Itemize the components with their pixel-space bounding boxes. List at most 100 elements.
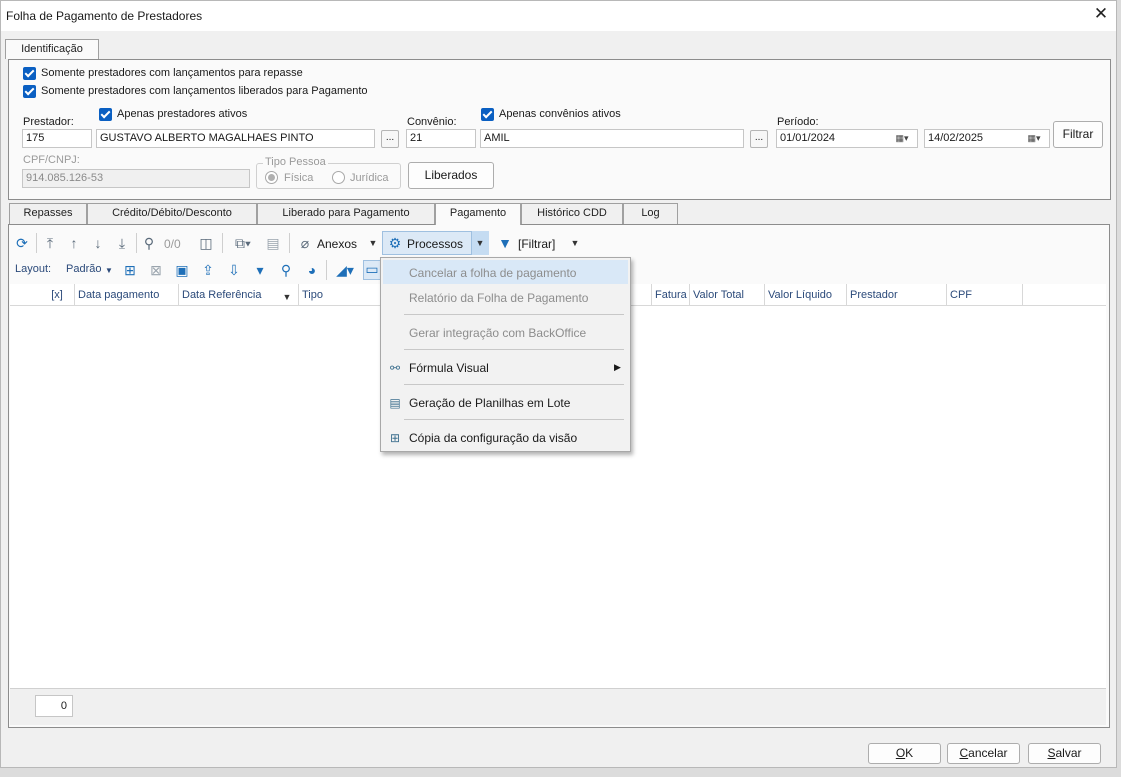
menu-separator [404, 384, 624, 385]
chevron-down-icon[interactable]: ▼ [568, 235, 582, 251]
column-header-data-pagamento[interactable]: Data pagamento [74, 284, 178, 306]
gear-icon: ⚙ [388, 235, 402, 251]
convenio-code-input[interactable]: 21 [406, 129, 476, 148]
cancel-mnemonic: C [959, 746, 969, 760]
close-icon[interactable]: ✕ [1092, 5, 1110, 23]
ok-button[interactable]: OK [868, 743, 941, 764]
periodo-label: Período: [777, 116, 819, 128]
grid-copy-icon: ⊞ [389, 431, 401, 445]
shapes-icon[interactable]: ◕ [304, 262, 320, 278]
download-icon[interactable]: ⇩ [226, 262, 242, 278]
column-header-tipo[interactable]: Tipo [298, 284, 388, 306]
tipo-pessoa-label: Tipo Pessoa [263, 156, 328, 168]
delete-row-icon[interactable]: ⊠ [148, 262, 164, 278]
column-header-valor-total[interactable]: Valor Total [689, 284, 764, 306]
processos-button-label[interactable]: Processos [407, 237, 463, 251]
paint-icon[interactable]: ▾ [252, 262, 268, 278]
tab-repasses[interactable]: Repasses [9, 203, 87, 224]
prestador-lookup-button[interactable]: ... [381, 130, 399, 148]
only-repasse-checkbox[interactable] [23, 67, 36, 80]
save-layout-icon[interactable]: ▣ [174, 262, 190, 278]
menu-separator [404, 314, 624, 315]
chart-icon[interactable]: ◢▾ [332, 262, 358, 278]
formula-visual-icon: ⚯ [389, 361, 401, 375]
move-top-icon[interactable]: ⤒ [42, 235, 58, 251]
tab-credito-debito[interactable]: Crédito/Débito/Desconto [87, 203, 257, 224]
periodo-start-value: 01/01/2024 [780, 132, 836, 144]
panel-icon[interactable]: ▭ [363, 260, 381, 280]
cancel-label: ancelar [968, 746, 1008, 760]
submenu-arrow-icon: ▶ [614, 362, 621, 372]
convenio-name-input[interactable]: AMIL [480, 129, 744, 148]
save-mnemonic: S [1047, 746, 1056, 760]
ok-mnemonic: O [895, 746, 906, 760]
spreadsheet-icon: ▤ [389, 396, 401, 410]
pin-icon[interactable]: ⚲ [278, 262, 294, 278]
calendar-icon[interactable]: ▦▾ [1021, 130, 1047, 147]
layout-select[interactable]: Padrão [66, 263, 101, 275]
prestador-ativos-checkbox[interactable] [99, 108, 112, 121]
column-header-valor-liquido[interactable]: Valor Líquido [764, 284, 846, 306]
menu-item-geracao-planilhas[interactable]: Geração de Planilhas em Lote [409, 396, 570, 410]
column-header-prestador[interactable]: Prestador [846, 284, 946, 306]
prestador-code-input[interactable]: 175 [22, 129, 92, 148]
search-icon[interactable]: ⚲ [141, 235, 157, 251]
move-up-icon[interactable]: ↑ [66, 235, 82, 251]
calendar-icon[interactable]: ▦▾ [889, 130, 915, 147]
periodo-start-input[interactable]: 01/01/2024 ▦▾ [776, 129, 918, 148]
filtrar-toolbar-label[interactable]: [Filtrar] [518, 237, 555, 251]
menu-item-gerar-integracao[interactable]: Gerar integração com BackOffice [409, 326, 586, 340]
ok-label: K [905, 746, 914, 760]
title-bar: Folha de Pagamento de Prestadores ✕ [1, 1, 1116, 31]
prestador-name-input[interactable]: GUSTAVO ALBERTO MAGALHAES PINTO [96, 129, 375, 148]
menu-item-copia-configuracao[interactable]: Cópia da configuração da visão [409, 431, 577, 445]
tab-historico-cdd[interactable]: Histórico CDD [521, 203, 623, 224]
convenio-ativos-label: Apenas convênios ativos [499, 108, 621, 120]
tab-pagamento[interactable]: Pagamento [435, 203, 521, 225]
anexos-button-label[interactable]: Anexos [317, 237, 357, 251]
only-liberados-checkbox[interactable] [23, 85, 36, 98]
filtrar-button[interactable]: Filtrar [1053, 121, 1103, 148]
prestador-ativos-label: Apenas prestadores ativos [117, 108, 248, 120]
record-count-field: 0 [35, 695, 73, 717]
liberados-button[interactable]: Liberados [408, 162, 494, 189]
tab-liberado-pagamento[interactable]: Liberado para Pagamento [257, 203, 435, 224]
menu-separator [404, 349, 624, 350]
column-header-data-referencia[interactable]: Data Referência [178, 284, 298, 306]
cancel-button[interactable]: Cancelar [947, 743, 1020, 764]
column-header-fatura[interactable]: Fatura [651, 284, 689, 306]
save-button[interactable]: Salvar [1028, 743, 1101, 764]
cpf-label: CPF/CNPJ: [23, 154, 80, 166]
periodo-end-input[interactable]: 14/02/2025 ▦▾ [924, 129, 1050, 148]
chevron-down-icon[interactable]: ▼ [104, 263, 114, 279]
layout-label: Layout: [15, 263, 52, 275]
convenio-lookup-button[interactable]: ... [750, 130, 768, 148]
tab-log[interactable]: Log [623, 203, 678, 224]
chevron-down-icon[interactable]: ▼ [473, 235, 487, 251]
add-row-icon[interactable]: ⊞ [122, 262, 138, 278]
convenio-ativos-checkbox[interactable] [481, 108, 494, 121]
chevron-down-icon[interactable]: ▼ [366, 235, 380, 251]
only-liberados-label: Somente prestadores com lançamentos libe… [41, 85, 368, 97]
column-header-select[interactable]: [x] [37, 284, 74, 306]
sort-down-icon[interactable]: ▼ [281, 289, 293, 305]
columns-icon[interactable]: ◫ [198, 235, 214, 251]
import-icon[interactable]: ⇪ [200, 262, 216, 278]
record-counter: 0/0 [164, 237, 181, 251]
menu-item-formula-visual[interactable]: Fórmula Visual [409, 361, 489, 375]
refresh-icon[interactable]: ⟳ [14, 235, 30, 251]
fisica-radio[interactable] [265, 171, 278, 184]
juridica-label: Jurídica [350, 172, 389, 184]
cpf-input: 914.085.126-53 [22, 169, 250, 188]
convenio-label: Convênio: [407, 116, 457, 128]
menu-item-cancelar-folha[interactable]: Cancelar a folha de pagamento [409, 266, 576, 280]
document-icon[interactable]: ▤ [265, 235, 281, 251]
move-down-icon[interactable]: ↓ [90, 235, 106, 251]
juridica-radio[interactable] [332, 171, 345, 184]
menu-item-relatorio-folha[interactable]: Relatório da Folha de Pagamento [409, 291, 588, 305]
column-header-cpf[interactable]: CPF [946, 284, 1023, 306]
move-bottom-icon[interactable]: ⤓ [114, 235, 130, 251]
toolbar-separator [222, 233, 223, 253]
export-icon[interactable]: ⧉▾ [230, 235, 256, 251]
tab-identificacao[interactable]: Identificação [5, 39, 99, 59]
